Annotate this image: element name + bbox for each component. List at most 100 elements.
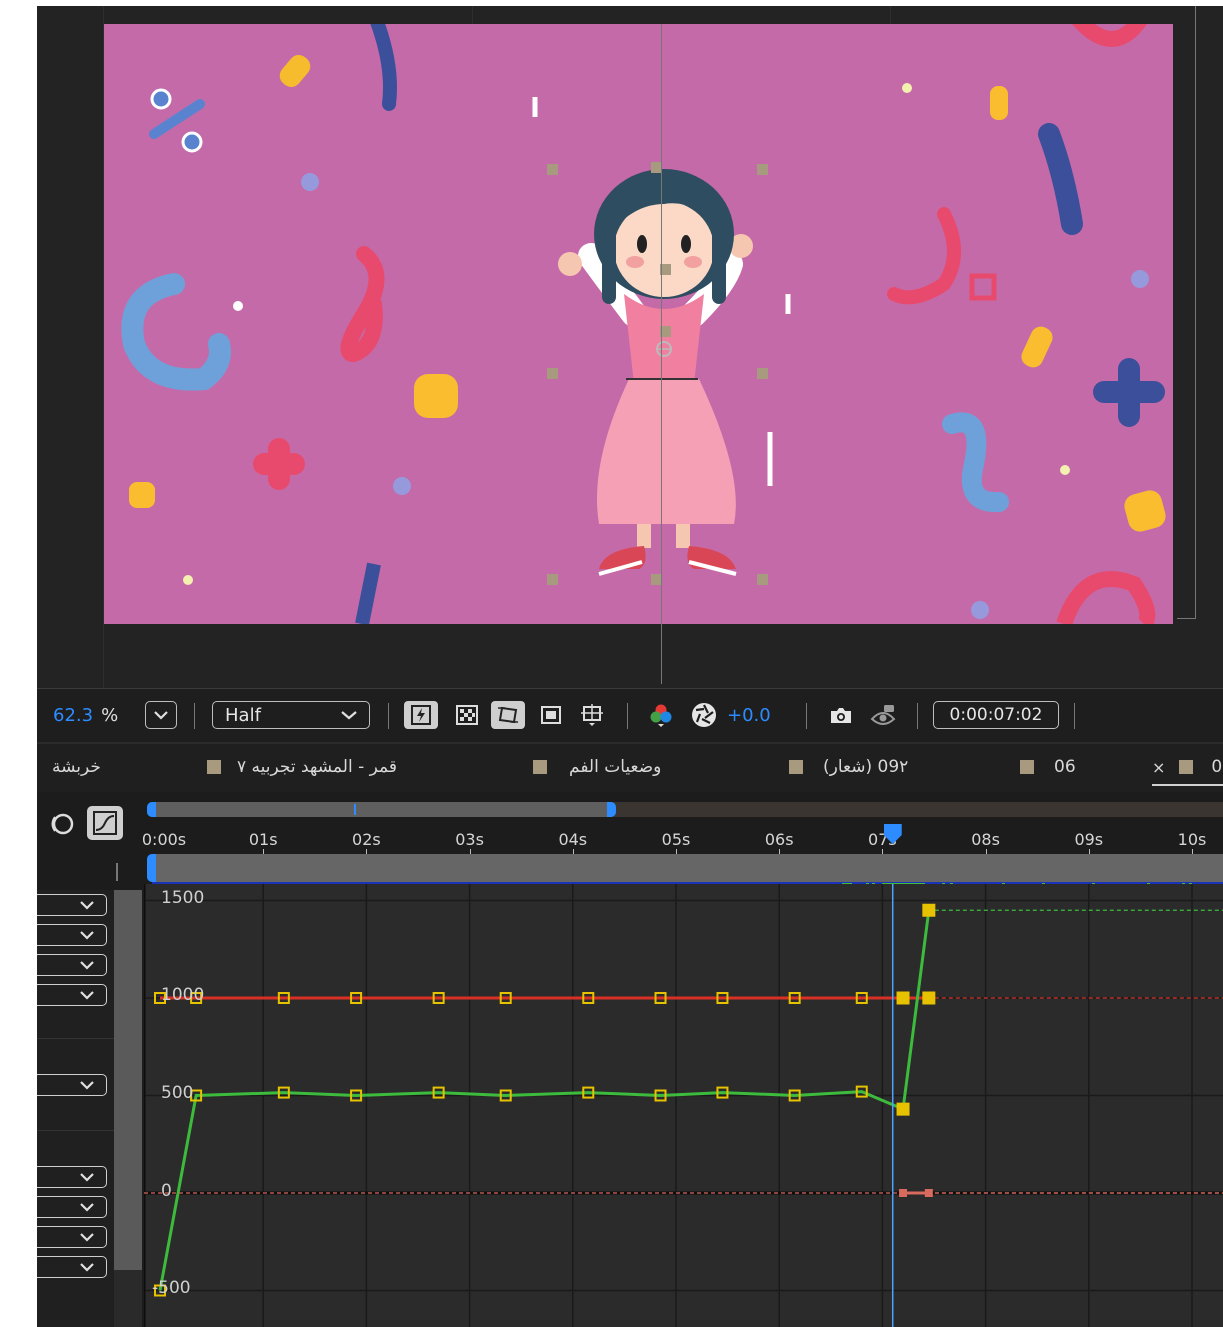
letter-dot (969, 273, 997, 301)
label-color-swatch (789, 760, 803, 774)
tab-label: (شعار) ٢‏09 (823, 757, 909, 777)
property-scrollbar-thumb[interactable] (114, 890, 142, 1270)
ruler-label: 10s (1177, 830, 1207, 849)
grid-guides-button[interactable] (575, 701, 609, 729)
chevron-down-icon (80, 1081, 94, 1090)
motion-blur-button[interactable] (49, 812, 75, 840)
dot (1060, 465, 1070, 475)
number-eight (340, 246, 385, 363)
toolbar-separator (627, 703, 628, 729)
letter-shape (355, 562, 381, 624)
tab-mouth-positions[interactable]: وضعيات الفم (533, 754, 661, 780)
work-area-end-handle[interactable] (607, 802, 616, 817)
green-curve-keyframe[interactable] (896, 1102, 910, 1116)
property-dropdown[interactable] (37, 984, 107, 1006)
chevron-down-icon (80, 1263, 94, 1272)
chevron-down-icon (80, 901, 94, 910)
salmon-curve-keyframe[interactable] (924, 1189, 933, 1197)
property-scrollbar-track[interactable] (114, 890, 142, 1327)
work-area-marker (354, 804, 356, 815)
number-one (1038, 123, 1083, 235)
letter-jim (121, 273, 231, 391)
ruler-label: 08s (971, 830, 1000, 849)
ruler-label: 04s (558, 830, 588, 849)
red-curve-keyframe[interactable] (896, 991, 910, 1005)
property-dropdown[interactable] (37, 894, 107, 916)
region-of-interest-button[interactable] (534, 701, 568, 729)
magnification-dropdown[interactable] (145, 701, 177, 729)
exposure-value[interactable]: +0.0 (727, 701, 777, 729)
salmon-curve-keyframe[interactable] (899, 1189, 908, 1197)
work-area-start-handle[interactable] (147, 802, 156, 817)
yellow-blob (1124, 490, 1166, 532)
tab-moon-scene[interactable]: قمر - المشهد تجربيه ٧ (207, 754, 397, 780)
row-divider (37, 1130, 114, 1131)
number-two (942, 412, 1009, 513)
tab-active[interactable]: × 0 (1152, 754, 1223, 786)
property-dropdown[interactable] (37, 1196, 107, 1218)
time-navigator[interactable] (152, 854, 1223, 882)
toolbar-separator (1074, 703, 1075, 729)
ruler-label: 06s (764, 830, 794, 849)
letter-shape (1056, 571, 1156, 624)
tab-06[interactable]: 06 (1020, 754, 1076, 780)
composition-canvas[interactable] (104, 24, 1173, 624)
yellow-blob (129, 482, 155, 508)
transparency-grid-button[interactable] (450, 701, 484, 729)
resolution-dropdown[interactable]: Half (212, 701, 370, 729)
dot (971, 601, 989, 619)
close-tab-icon[interactable]: × (1152, 758, 1165, 777)
label-color-swatch (533, 760, 547, 774)
green-curve-keyframe[interactable] (922, 903, 936, 917)
mask-visibility-button[interactable] (491, 701, 525, 729)
plus-shape (1093, 358, 1165, 427)
aperture-icon (692, 703, 716, 727)
work-area-range[interactable] (152, 802, 612, 817)
yellow-blob (279, 54, 311, 88)
dot (233, 301, 243, 311)
property-dropdown[interactable] (37, 1074, 107, 1096)
property-dropdown[interactable] (37, 1256, 107, 1278)
y-axis-label: 500 (161, 1083, 194, 1103)
dot (902, 83, 912, 93)
chevron-down-icon (80, 1203, 94, 1212)
toolbar-separator (917, 703, 918, 729)
chevron-down-icon (154, 711, 168, 720)
red-curve-keyframe[interactable] (922, 991, 936, 1005)
graph-editor-toggle[interactable] (87, 806, 123, 840)
viewer-toolbar: 62.3 % Half +0.0 0:00:07:02 (37, 688, 1223, 741)
label-color-swatch (207, 760, 221, 774)
zoom-value: 62.3 (53, 704, 94, 726)
dot (1131, 270, 1149, 288)
anchor-guide-line (661, 24, 662, 684)
label-color-swatch (1179, 760, 1194, 774)
take-snapshot-button[interactable] (824, 701, 858, 729)
tab-logo[interactable]: (شعار) ٢‏09 (789, 754, 908, 780)
property-dropdown[interactable] (37, 954, 107, 976)
letter-ra (887, 207, 961, 305)
dot (183, 575, 193, 585)
tab-scribble[interactable]: خربشة (52, 754, 101, 780)
show-snapshot-button[interactable] (866, 701, 900, 729)
resolution-value: Half (225, 704, 261, 726)
value-graph[interactable] (144, 884, 1223, 1327)
toolbar-separator (388, 703, 389, 729)
magnification-control[interactable]: 62.3 % (53, 701, 119, 729)
chevron-down-icon (80, 1173, 94, 1182)
chevron-down-icon (341, 711, 357, 720)
exposure-reset-button[interactable] (687, 701, 721, 729)
time-ruler[interactable]: 0:00s 01s 02s 03s 04s 05s 06s 07s 08s 09s 10s (141, 820, 1223, 858)
checkerboard-icon (456, 705, 478, 725)
composition-viewer[interactable] (37, 6, 1223, 688)
property-dropdown[interactable] (37, 1166, 107, 1188)
time-navigator-start-handle[interactable] (147, 854, 156, 882)
fast-previews-button[interactable] (404, 701, 438, 729)
channel-button[interactable] (644, 701, 678, 729)
ruler-start-label: 0:00s (141, 830, 187, 849)
letter-shape (370, 24, 397, 111)
property-dropdown[interactable] (37, 1226, 107, 1248)
graph-editor-area[interactable]: 1500 1000 500 0 -500 (144, 884, 1223, 1327)
property-dropdown[interactable] (37, 924, 107, 946)
current-time-display[interactable]: 0:00:07:02 (933, 701, 1059, 729)
tab-label: 06 (1054, 757, 1076, 777)
